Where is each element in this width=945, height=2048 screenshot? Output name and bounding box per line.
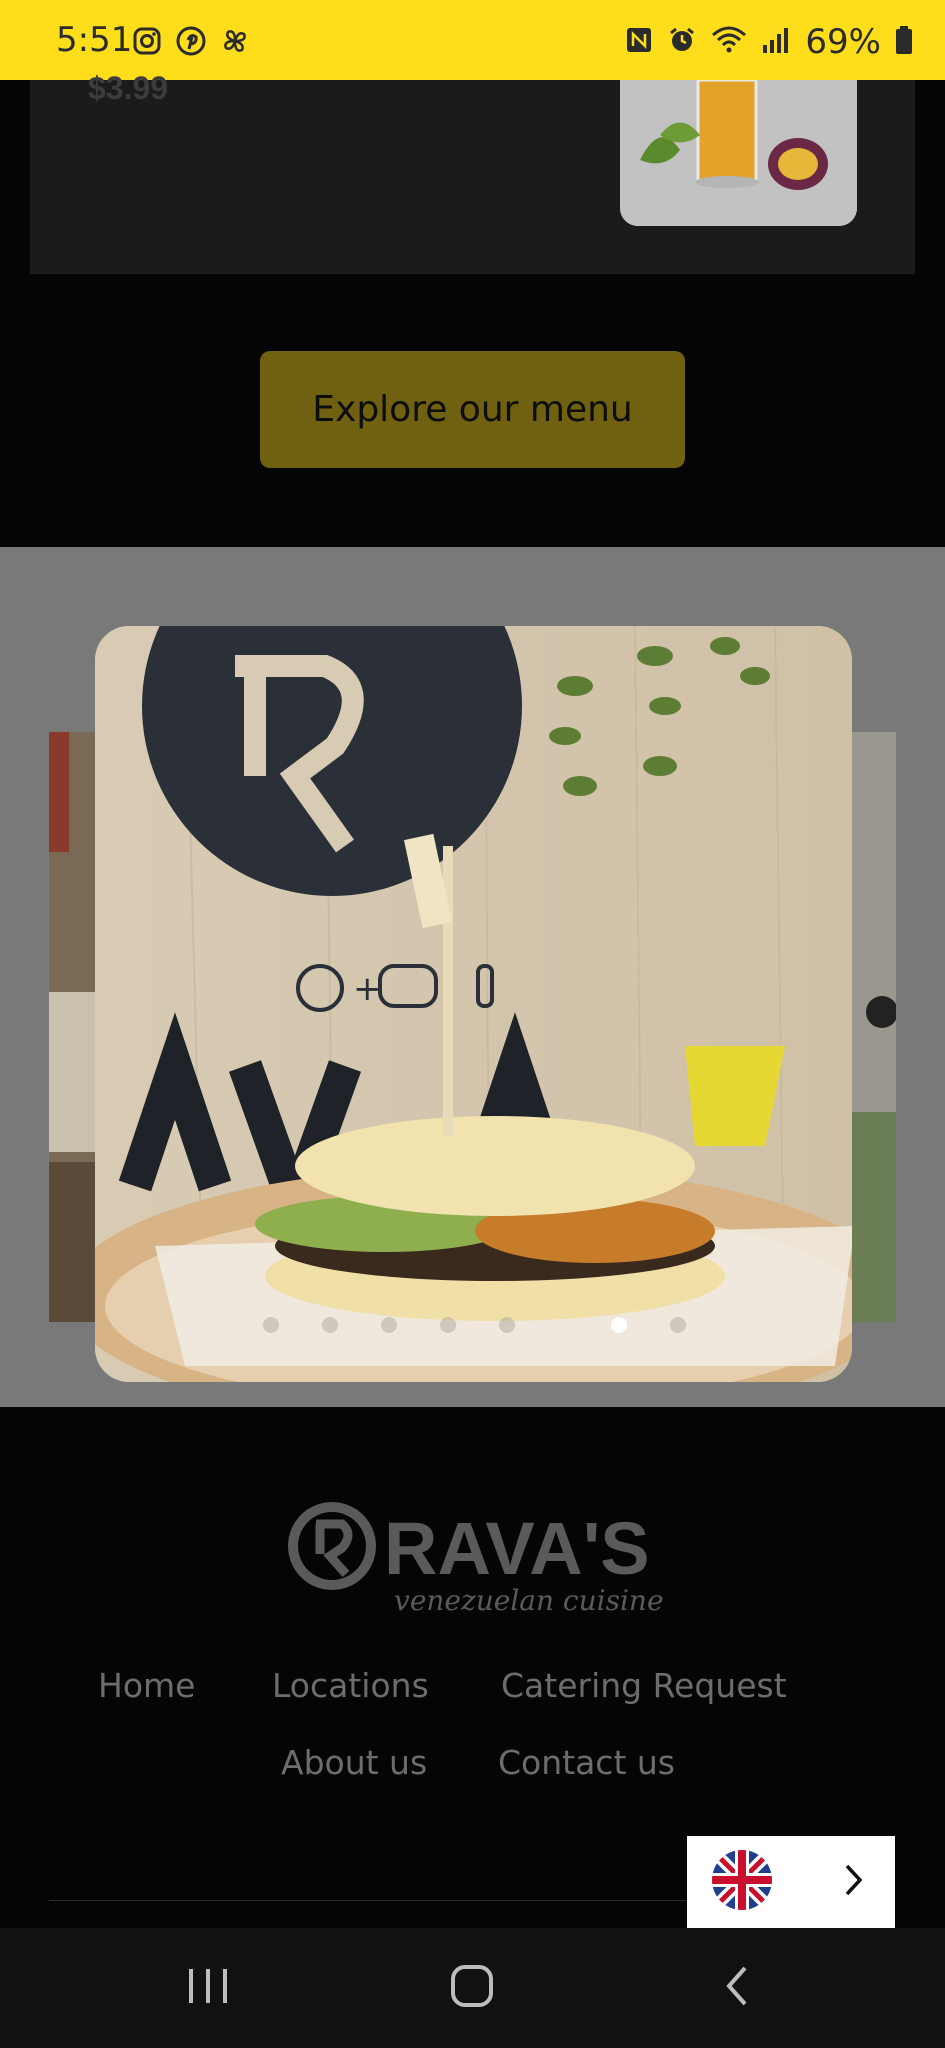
carousel-dot[interactable]	[499, 1317, 515, 1333]
footer-link-catering[interactable]: Catering Request	[501, 1666, 787, 1705]
footer-divider	[49, 1900, 699, 1901]
explore-menu-button[interactable]: Explore our menu	[260, 351, 685, 468]
carousel-dot[interactable]	[263, 1317, 279, 1333]
footer-logo[interactable]: RAVA'S venezuelan cuisine	[286, 1492, 666, 1622]
status-bar: 5:51 69%	[0, 0, 945, 80]
carousel-dot[interactable]	[322, 1317, 338, 1333]
nfc-icon	[625, 26, 653, 58]
battery-icon	[895, 25, 913, 59]
system-status: 69%	[625, 22, 913, 62]
alarm-icon	[667, 25, 697, 59]
carousel-dot[interactable]	[440, 1317, 456, 1333]
carousel-slide-image[interactable]: +	[95, 626, 852, 1382]
back-icon	[723, 1964, 751, 2013]
pinwheel-icon	[218, 24, 252, 58]
carousel-dot[interactable]	[670, 1317, 686, 1333]
recents-button[interactable]	[138, 1928, 278, 2048]
footer-link-home[interactable]: Home	[98, 1666, 195, 1705]
language-selector[interactable]	[687, 1836, 895, 1928]
instagram-icon	[130, 24, 164, 58]
carousel-dots	[0, 1317, 945, 1337]
carousel-prev-slide[interactable]	[49, 732, 97, 1322]
recents-icon	[186, 1966, 230, 2011]
footer-link-contact[interactable]: Contact us	[498, 1743, 675, 1782]
footer-link-locations[interactable]: Locations	[272, 1666, 429, 1705]
menu-item-image	[620, 80, 857, 226]
carousel-dot[interactable]	[381, 1317, 397, 1333]
carousel-next-slide[interactable]	[852, 732, 896, 1322]
menu-item-price: $3.99	[88, 70, 169, 106]
carousel-dot-active[interactable]	[611, 1317, 627, 1333]
status-time: 5:51	[56, 20, 133, 60]
back-button[interactable]	[667, 1928, 807, 2048]
svg-text:+: +	[353, 969, 382, 1009]
logo-tagline: venezuelan cuisine	[394, 1584, 664, 1617]
notification-icons	[130, 24, 252, 58]
home-button[interactable]	[402, 1928, 542, 2048]
chevron-right-icon	[841, 1862, 865, 1903]
system-nav-bar	[0, 1928, 945, 2048]
signal-icon	[761, 25, 791, 59]
uk-flag-icon	[711, 1849, 773, 1916]
home-icon	[450, 1964, 494, 2013]
footer-link-about[interactable]: About us	[281, 1743, 427, 1782]
battery-percent: 69%	[805, 22, 881, 62]
logo-wordmark: RAVA'S	[384, 1507, 650, 1590]
pinterest-icon	[174, 24, 208, 58]
wifi-icon	[711, 25, 747, 59]
